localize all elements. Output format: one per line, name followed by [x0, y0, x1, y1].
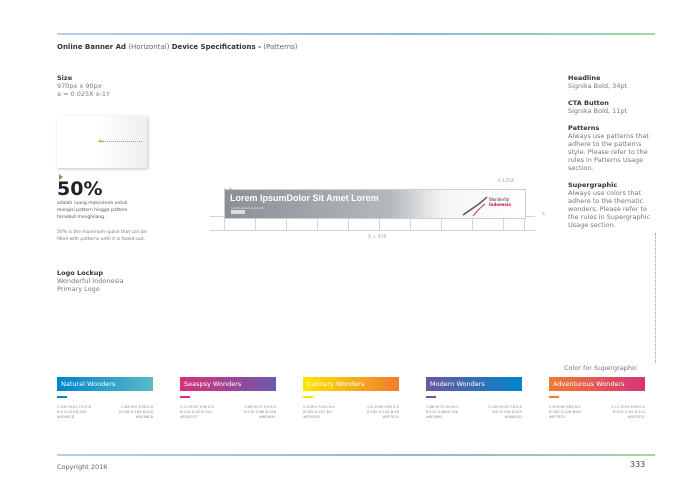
- swatch-color-values-2: C:65 M:0 Y:30 K:0 R:108 G:183 B:200 #6CB6C…: [113, 405, 153, 420]
- logo-lockup-label: Logo Lockup: [57, 269, 104, 277]
- color-value-line: #6E569C: [426, 415, 443, 419]
- patterns-spec-label: Patterns: [568, 124, 600, 132]
- color-value-line: #6CB6C8: [135, 415, 153, 419]
- swatch-bar: Adventurous Wonders: [549, 377, 645, 391]
- header-rule: [57, 33, 655, 35]
- swatch-tick: [426, 396, 436, 398]
- color-value-line: #D5337C: [180, 415, 198, 419]
- size-formula: a = 0.025X x-1Y: [57, 90, 110, 98]
- color-value-line: #0085CD: [57, 415, 75, 419]
- banner-preview: Lorem IpsumDolor Sit Amet Lorem Lorem ip…: [224, 189, 526, 219]
- arrow-left-icon: ◂: [98, 137, 102, 145]
- swatch-color-values-1: C:11 M:93 Y:56 K:0 R:214 G:52 B:124 #D5337…: [180, 405, 240, 420]
- dim-left-label: a: [229, 187, 232, 192]
- swatch-color-values-2: C:11 M:93 Y:56 K:0 R:214 G:52 B:124 #D5337…: [605, 405, 645, 420]
- page-number: 333: [630, 460, 646, 469]
- banner-cta-button: [231, 210, 245, 214]
- swatch-tick: [303, 396, 313, 398]
- cta-spec-value: Signika Bold, 11pt: [568, 107, 628, 115]
- footer-rule: [57, 454, 655, 456]
- thumbnail-guide-line: [102, 141, 142, 142]
- dim-side-label: a: [542, 212, 545, 217]
- supergraphic-spec-label: Supergraphic: [568, 181, 618, 189]
- max-space-percent: 50%: [57, 178, 103, 200]
- size-dimensions: 970px x 90px: [57, 82, 102, 90]
- color-value-line: #FFED00: [303, 415, 320, 419]
- color-value-line: #6E569C: [259, 415, 276, 419]
- dim-bottom-label: X = 970: [368, 235, 387, 240]
- swatch-color-values-1: C:68 M:75 Y:0 K:0 R:110 G:86 B:156 #6E569C: [426, 405, 486, 420]
- swatch-color-values-1: C:100 M:25 Y:0 K:0 R:0 G:134 B:205 #0085CD: [57, 405, 117, 420]
- swatch-tick: [57, 396, 67, 398]
- cta-spec-label: CTA Button: [568, 99, 609, 107]
- dim-top-label: 0.125X: [498, 179, 514, 184]
- supergraphic-title: Color for Supergraphic: [564, 364, 638, 372]
- color-value-line: #EF7E31: [382, 415, 399, 419]
- max-space-desc-en: 50% is the maximum space that can be fil…: [57, 230, 147, 242]
- swatch-color-values-1: C:4 M:0 Y:100 K:0 R:255 G:237 B:0 #FFED00: [303, 405, 363, 420]
- swoosh-graphic: [462, 196, 488, 217]
- banner-headline: Lorem IpsumDolor Sit Amet Lorem: [230, 193, 379, 203]
- swatch-color-values-2: C:100 M:25 Y:0 K:0 R:0 G:134 B:205 #0085CD: [482, 405, 522, 420]
- page-title: Online Banner Ad (Horizontal) Device Spe…: [57, 43, 298, 51]
- max-space-desc-id: adalah ruang maksimum untuk mengisi patt…: [57, 201, 128, 220]
- supergraphic-spec-value: Always use colors that adhere to the the…: [568, 189, 651, 229]
- size-label: Size: [57, 74, 73, 82]
- color-value-line: #0085CD: [504, 415, 522, 419]
- swatch-bar: Seaspsy Wonders: [180, 377, 276, 391]
- banner-thumbnail: ◂: [57, 116, 147, 168]
- swatch-tick: [180, 396, 190, 398]
- logo-lockup-line2: Primary Logo: [57, 285, 100, 293]
- swatch-bar: Natural Wonders: [57, 377, 153, 391]
- swatch-bar: Culinary Wonders: [303, 377, 399, 391]
- patterns-spec-value: Always use patterns that adhere to the p…: [568, 132, 649, 172]
- headline-spec-label: Headline: [568, 74, 601, 82]
- swatch-color-values-2: C:68 M:75 Y:0 K:0 R:110 G:86 B:156 #6E569C: [236, 405, 276, 420]
- wonderful-indonesia-logo: Wonderful Indonesia: [489, 197, 511, 207]
- vertical-dotted-rule: [655, 233, 656, 363]
- swatch-bar: Modern Wonders: [426, 377, 522, 391]
- copyright: Copyright 2016: [57, 463, 108, 471]
- logo-lockup-line1: Wonderful Indonesia: [57, 277, 124, 285]
- swatch-tick: [549, 396, 559, 398]
- color-value-line: #EF7E31: [549, 415, 566, 419]
- color-value-line: #D5337C: [627, 415, 645, 419]
- swatch-color-values-2: C:0 M:65 Y:85 K:0 R:240 G:126 B:49 #EF7E31: [359, 405, 399, 420]
- headline-spec-value: Signika Bold, 34pt: [568, 82, 628, 90]
- swatch-color-values-1: C:0 M:65 Y:85 K:0 R:240 G:126 B:49 #EF7E31: [549, 405, 609, 420]
